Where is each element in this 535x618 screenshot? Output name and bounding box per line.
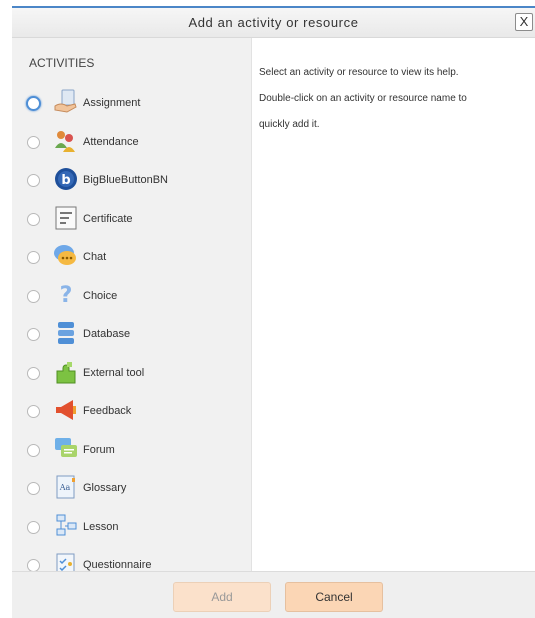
activity-label: Choice <box>83 289 118 302</box>
radio-certificate[interactable] <box>27 212 40 226</box>
radio-feedback[interactable] <box>27 405 40 418</box>
activity-item-feedback[interactable]: Feedback <box>12 392 251 431</box>
help-panel: Select an activity or resource to view i… <box>259 60 521 138</box>
activity-item-assignment[interactable]: Assignment <box>12 84 251 123</box>
activity-item-choice[interactable]: ? Choice <box>12 277 251 316</box>
radio-chat[interactable] <box>27 251 40 264</box>
activity-item-bigbluebutton[interactable]: b BigBlueButtonBN <box>12 161 251 200</box>
activity-label: Questionnaire <box>83 559 152 571</box>
certificate-icon <box>55 206 77 229</box>
help-text-line: Double-click on an activity or resource … <box>259 93 467 104</box>
radio-bigbluebutton[interactable] <box>27 174 40 187</box>
help-text-line: Select an activity or resource to view i… <box>259 67 459 78</box>
activity-list: Assignment Attendance b BigBlueButtonBN … <box>12 84 251 571</box>
activity-label: BigBlueButtonBN <box>83 174 168 186</box>
activity-label: Glossary <box>83 482 127 494</box>
activities-heading: ACTIVITIES <box>29 56 95 70</box>
activity-item-questionnaire[interactable]: Questionnaire <box>12 546 251 571</box>
close-icon: X <box>519 14 529 29</box>
bigbluebutton-icon: b <box>55 168 77 190</box>
choice-icon: ? <box>60 283 73 308</box>
activity-item-certificate[interactable]: Certificate <box>12 200 251 239</box>
add-activity-dialog: Add an activity or resource X ACTIVITIES… <box>0 0 535 618</box>
svg-text:b: b <box>61 173 70 188</box>
glossary-icon: Aa <box>56 475 75 499</box>
radio-assignment[interactable] <box>26 96 41 111</box>
activity-item-database[interactable]: Database <box>12 315 251 354</box>
activity-label: Forum <box>83 443 115 456</box>
radio-external-tool[interactable] <box>27 366 40 380</box>
radio-attendance[interactable] <box>27 135 40 149</box>
activity-item-external-tool[interactable]: External tool <box>12 354 251 393</box>
activity-label: Feedback <box>83 405 132 417</box>
external-tool-icon <box>56 361 76 383</box>
radio-questionnaire[interactable] <box>27 559 40 571</box>
activity-item-forum[interactable]: Forum <box>12 431 251 470</box>
radio-forum[interactable] <box>27 443 40 457</box>
activity-label: External tool <box>83 366 145 379</box>
activities-pane: ACTIVITIES Assignment Attendance b BigBl… <box>12 38 252 571</box>
help-text-line: quickly add it. <box>259 119 320 130</box>
activity-label: Chat <box>83 251 107 263</box>
feedback-icon <box>56 400 76 420</box>
activity-item-glossary[interactable]: Aa Glossary <box>12 469 251 508</box>
close-button[interactable]: X <box>515 13 533 31</box>
add-button[interactable]: Add <box>173 582 271 612</box>
svg-text:?: ? <box>60 283 73 308</box>
radio-lesson[interactable] <box>27 520 40 534</box>
forum-icon <box>55 437 77 457</box>
dialog-titlebar: Add an activity or resource X <box>12 6 535 38</box>
dialog-title: Add an activity or resource <box>188 15 359 30</box>
activity-item-attendance[interactable]: Attendance <box>12 123 251 162</box>
chat-icon <box>54 245 76 265</box>
radio-choice[interactable] <box>27 289 40 303</box>
assignment-icon <box>54 89 77 113</box>
activity-item-lesson[interactable]: Lesson <box>12 508 251 547</box>
database-icon <box>58 322 74 344</box>
dialog-footer: Add Cancel <box>12 571 535 618</box>
activity-item-chat[interactable]: Chat <box>12 238 251 277</box>
questionnaire-icon <box>56 553 75 571</box>
activity-label: Assignment <box>83 97 141 109</box>
activity-label: Certificate <box>83 212 133 225</box>
activity-label: Lesson <box>83 520 119 533</box>
radio-glossary[interactable] <box>27 482 40 495</box>
cancel-button[interactable]: Cancel <box>285 582 383 612</box>
lesson-icon <box>56 514 77 535</box>
attendance-icon <box>55 130 75 152</box>
radio-database[interactable] <box>27 328 40 341</box>
svg-text:Aa: Aa <box>59 483 71 492</box>
activity-label: Attendance <box>83 135 139 148</box>
activity-label: Database <box>83 328 131 340</box>
